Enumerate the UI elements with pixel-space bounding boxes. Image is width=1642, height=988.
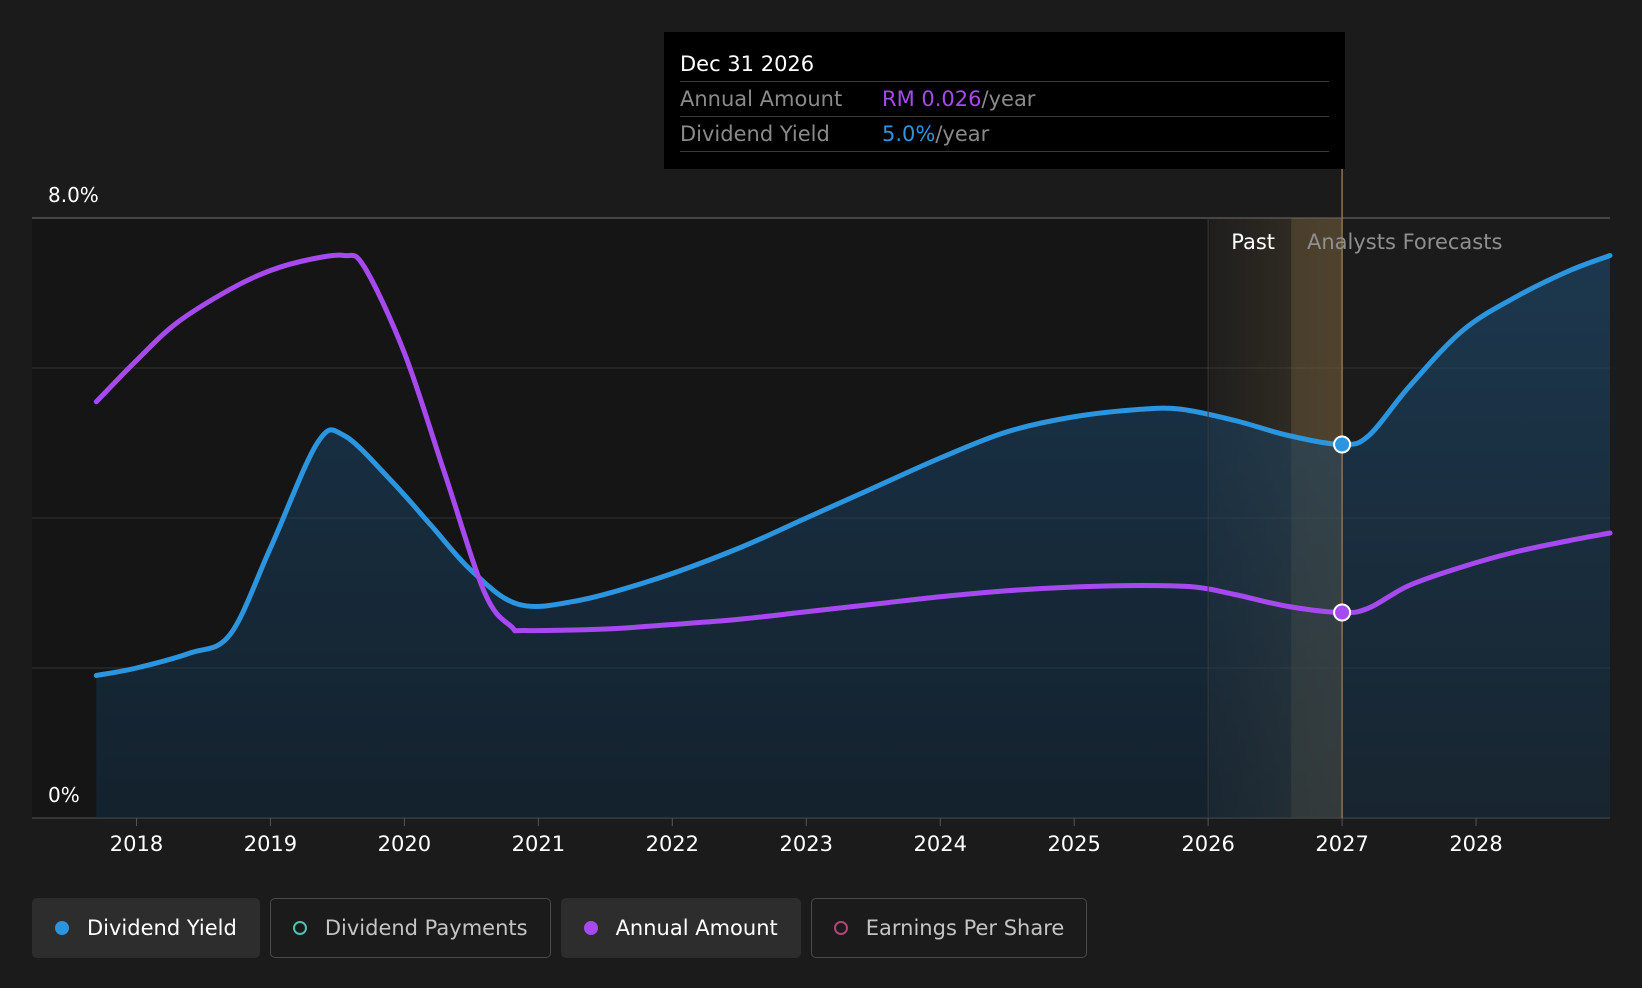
- x-tick-label: 2018: [110, 832, 163, 856]
- x-tick-label: 2019: [244, 832, 297, 856]
- dividend-yield-dot-icon: [55, 921, 69, 935]
- x-axis: 2018 2019 2020 2021 2022 2023 2024 2025 2026 2027…: [110, 818, 1503, 856]
- dividend-payments-circle-icon: [292, 921, 307, 935]
- tooltip-unit: /year: [981, 87, 1036, 111]
- tooltip-value: 5.0%: [882, 122, 936, 146]
- tooltip-label: Annual Amount: [680, 87, 843, 111]
- dividend-yield-highlight-point: [1333, 435, 1352, 454]
- x-tick-label: 2024: [913, 832, 966, 856]
- x-tick-label: 2027: [1315, 832, 1368, 856]
- legend-label: Dividend Payments: [324, 916, 528, 940]
- legend: Dividend Yield Dividend Payments Annual …: [32, 898, 1097, 958]
- legend-dividend-yield[interactable]: Dividend Yield: [32, 898, 260, 958]
- tooltip-unit: /year: [935, 122, 990, 146]
- tooltip-date: Dec 31 2026: [680, 32, 1329, 82]
- y-axis-label-top: 8.0%: [48, 183, 99, 207]
- y-axis-label-bottom: 0%: [48, 783, 80, 807]
- legend-earnings-per-share[interactable]: Earnings Per Share: [810, 898, 1088, 958]
- x-tick-label: 2021: [512, 832, 565, 856]
- x-tick-label: 2022: [646, 832, 699, 856]
- tooltip-row-dividend-yield: Dividend Yield 5.0% /year: [680, 117, 1329, 152]
- x-tick-label: 2023: [780, 832, 833, 856]
- legend-label: Annual Amount: [615, 916, 778, 940]
- annual-amount-highlight-point: [1333, 603, 1352, 622]
- legend-annual-amount[interactable]: Annual Amount: [560, 898, 801, 958]
- x-tick-label: 2025: [1047, 832, 1100, 856]
- tooltip-row-annual-amount: Annual Amount RM 0.026 /year: [680, 82, 1329, 117]
- annual-amount-dot-icon: [583, 921, 598, 935]
- tooltip-label: Dividend Yield: [680, 122, 830, 146]
- legend-label: Earnings Per Share: [865, 916, 1065, 940]
- forecast-label: Analysts Forecasts: [1307, 230, 1502, 254]
- tooltip-value: RM 0.026: [882, 87, 982, 111]
- x-tick-label: 2028: [1449, 832, 1502, 856]
- past-label: Past: [1231, 230, 1275, 254]
- legend-dividend-payments[interactable]: Dividend Payments: [269, 898, 551, 958]
- tooltip: Dec 31 2026 Annual Amount RM 0.026 /year…: [664, 32, 1345, 169]
- x-tick-label: 2020: [378, 832, 431, 856]
- earnings-per-share-circle-icon: [833, 921, 848, 935]
- legend-label: Dividend Yield: [87, 916, 237, 940]
- x-tick-label: 2026: [1181, 832, 1234, 856]
